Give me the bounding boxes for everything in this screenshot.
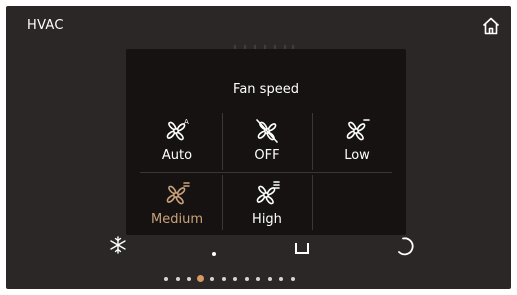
dialog-title: Fan speed	[233, 82, 299, 97]
page-dot[interactable]	[256, 277, 260, 281]
page-dot[interactable]	[164, 277, 168, 281]
page-dot[interactable]	[267, 277, 272, 281]
home-icon[interactable]	[481, 16, 501, 36]
fan-option-label: High	[252, 212, 282, 227]
page-dot[interactable]	[233, 277, 237, 281]
divider	[312, 175, 313, 230]
page-dot[interactable]	[279, 277, 283, 281]
snowflake-icon	[110, 236, 126, 254]
page-indicator	[164, 274, 364, 284]
fan-high-icon	[256, 181, 280, 205]
divider	[312, 113, 313, 170]
divider	[222, 113, 223, 170]
fan-option-high[interactable]: High	[227, 179, 307, 235]
fan-option-auto[interactable]: A Auto	[137, 115, 217, 171]
page-dot[interactable]	[210, 277, 214, 281]
page-dot-active[interactable]	[197, 275, 204, 282]
divider	[222, 175, 223, 230]
fan-option-off[interactable]: OFF	[227, 115, 307, 171]
fan-medium-icon	[166, 182, 190, 205]
fan-option-low[interactable]: Low	[317, 115, 397, 171]
divider	[140, 172, 392, 173]
fan-auto-icon: A	[166, 118, 189, 141]
page-dot[interactable]	[244, 277, 249, 281]
device-frame: HVAC Fan speed A Auto OFF Low Medium Hig…	[0, 0, 517, 295]
fan-low-icon	[346, 119, 370, 141]
page-dot[interactable]	[221, 277, 226, 281]
fan-option-label: Medium	[151, 212, 203, 227]
fan-option-medium[interactable]: Medium	[137, 179, 217, 235]
fan-off-icon	[256, 119, 278, 143]
page-dot[interactable]	[187, 277, 191, 281]
background-control-fragment	[212, 252, 216, 256]
page-dot[interactable]	[290, 277, 295, 281]
page-title: HVAC	[27, 18, 64, 33]
fan-option-label: Auto	[161, 148, 193, 163]
fan-speed-dialog: Fan speed A Auto OFF Low Medium High	[126, 49, 406, 235]
svg-text:A: A	[184, 118, 189, 126]
fan-option-label: Low	[344, 148, 370, 163]
background-control-fragment	[295, 243, 309, 254]
page-dot[interactable]	[175, 277, 180, 281]
moon-icon	[398, 237, 414, 256]
fan-option-label: OFF	[254, 148, 280, 163]
hvac-screen: HVAC Fan speed A Auto OFF Low Medium Hig…	[6, 6, 511, 289]
